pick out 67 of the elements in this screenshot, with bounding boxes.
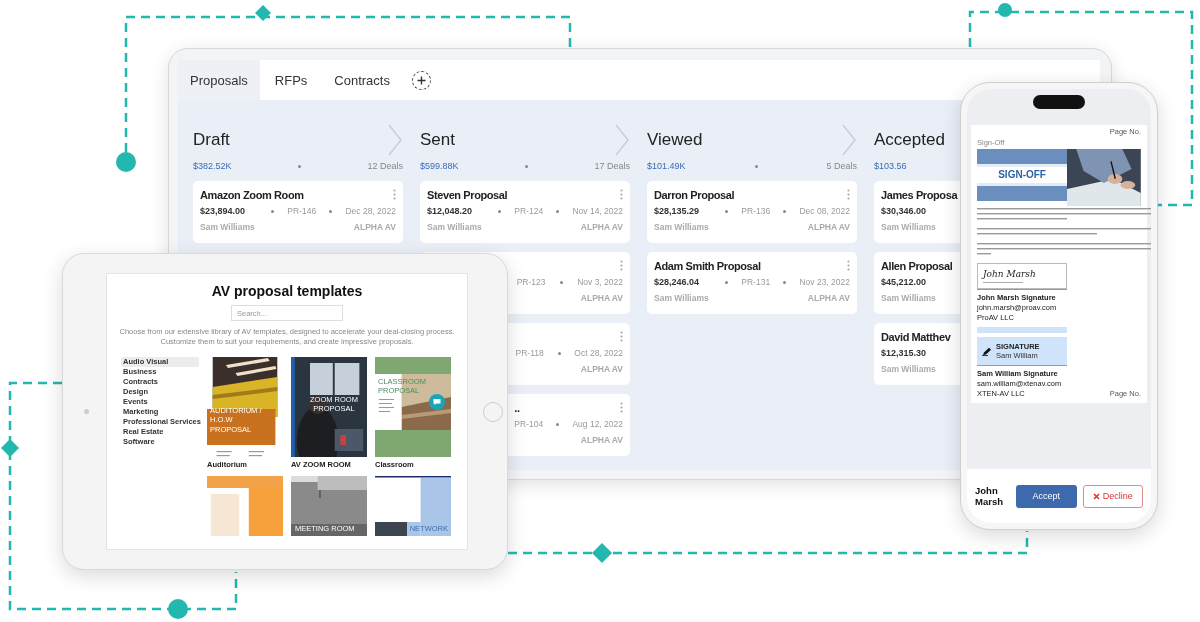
column-title: Sent xyxy=(420,130,455,150)
deal-amount: $28,246.04 xyxy=(654,277,701,287)
deal-amount: $23,894.00 xyxy=(200,206,247,216)
column-total: $382.52K xyxy=(193,161,232,171)
deal-title: Amazon Zoom Room xyxy=(200,188,305,201)
deal-title: James Proposa xyxy=(881,188,957,201)
company-name: ALPHA AV xyxy=(807,222,850,232)
company-name: ALPHA AV xyxy=(580,293,623,303)
tab[interactable]: Proposals xyxy=(178,60,260,100)
deal-title: Adam Smith Proposal xyxy=(654,259,762,272)
company-name: ALPHA AV xyxy=(580,364,623,374)
deal-date: Aug 12, 2022 xyxy=(572,419,623,429)
deal-date: Nov 3, 2022 xyxy=(577,277,623,287)
deal-title: Steven Proposal xyxy=(427,188,509,201)
deal-amount: $12,315.30 xyxy=(881,348,928,358)
deal-amount: $12,048.20 xyxy=(427,206,474,216)
deal-date: Dec 08, 2022 xyxy=(799,206,850,216)
deal-owner: Sam Williams xyxy=(427,222,483,232)
deal-amount: $45,212.00 xyxy=(881,277,928,287)
proposal-number: PR-146 xyxy=(287,206,317,216)
deal-card[interactable]: Adam Smith Proposal $28,246.04 PR-131 Nov 23, 2022 Sam Williams ALPHA AV xyxy=(647,252,857,314)
decline-button[interactable]: Decline xyxy=(1082,484,1143,508)
handwritten-signature: John Marsh xyxy=(983,268,1037,279)
column-title: Draft xyxy=(193,130,230,150)
deal-owner: Sam Williams xyxy=(881,364,937,374)
deal-card[interactable]: Steven Proposal $12,048.20 PR-124 Nov 14, 2022 Sam Williams ALPHA AV xyxy=(420,181,630,243)
tab[interactable]: RFPs xyxy=(262,60,320,100)
deal-date: Nov 23, 2022 xyxy=(799,277,850,287)
column-total: $103.56 xyxy=(874,161,907,171)
column-total: $599.88K xyxy=(420,161,459,171)
deal-count: 5 Deals xyxy=(826,161,857,171)
tab[interactable]: Contracts xyxy=(322,60,402,100)
company-name: ALPHA AV xyxy=(580,222,623,232)
deal-title: David Matthev xyxy=(881,330,952,343)
column-title: Accepted xyxy=(874,130,945,150)
company-name: ALPHA AV xyxy=(353,222,396,232)
column-title: Viewed xyxy=(647,130,703,150)
deal-owner: Sam Williams xyxy=(654,222,710,232)
deal-date: Oct 28, 2022 xyxy=(574,348,623,358)
proposal-number: PR-118 xyxy=(515,348,544,358)
deal-owner: Sam Williams xyxy=(881,222,937,232)
accept-button[interactable]: Accept xyxy=(1016,484,1077,508)
proposal-number: PR-136 xyxy=(741,206,771,216)
proposal-number: PR-124 xyxy=(514,206,544,216)
deal-owner: Sam Williams xyxy=(654,293,710,303)
deal-title: .. xyxy=(514,401,521,414)
signer-name: John Marsh xyxy=(975,485,1004,507)
deal-date: Nov 14, 2022 xyxy=(572,206,623,216)
page-title: AV proposal templates xyxy=(211,283,363,300)
deal-owner: Sam Williams xyxy=(881,293,937,303)
deal-card[interactable]: Darron Proposal $28,135.29 PR-136 Dec 08, 2022 Sam Williams ALPHA AV xyxy=(647,181,857,243)
deal-title: Darron Proposal xyxy=(654,188,736,201)
deal-date: Dec 28, 2022 xyxy=(345,206,396,216)
deal-count: 12 Deals xyxy=(367,161,403,171)
company-name: ALPHA AV xyxy=(807,293,850,303)
banner-title: SIGN-OFF xyxy=(977,164,1068,186)
deal-amount: $30,346.00 xyxy=(881,206,928,216)
deal-title: Allen Proposal xyxy=(881,259,954,272)
proposal-number: PR-131 xyxy=(741,277,771,287)
deal-count: 17 Deals xyxy=(594,161,630,171)
deal-amount: $28,135.29 xyxy=(654,206,701,216)
proposal-number: PR-104 xyxy=(514,419,544,429)
proposal-number: PR-123 xyxy=(516,277,546,287)
deal-card[interactable]: Amazon Zoom Room $23,894.00 PR-146 Dec 28, 2022 Sam Williams ALPHA AV xyxy=(193,181,403,243)
company-name: ALPHA AV xyxy=(580,435,623,445)
deal-owner: Sam Williams xyxy=(200,222,256,232)
column-total: $101.49K xyxy=(647,161,686,171)
